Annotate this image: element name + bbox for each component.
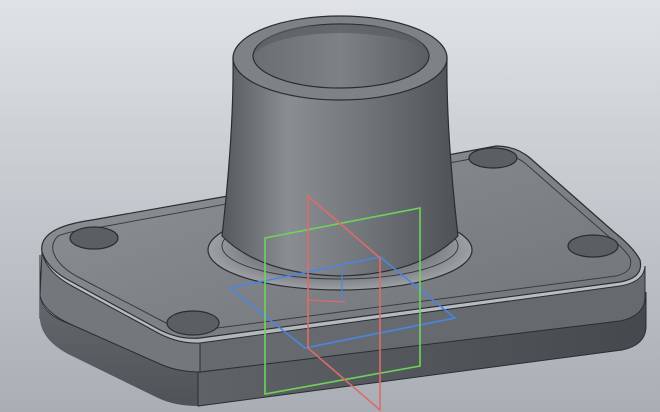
mounting-hole-back-left[interactable]	[69, 226, 119, 250]
model-scene[interactable]	[0, 0, 660, 412]
boss-cylinder[interactable]	[207, 15, 473, 291]
mounting-hole-back-right[interactable]	[468, 147, 518, 169]
mounting-hole-front-right[interactable]	[567, 234, 619, 258]
mounting-hole-front-left[interactable]	[166, 310, 220, 336]
cad-3d-viewport[interactable]	[0, 0, 660, 412]
